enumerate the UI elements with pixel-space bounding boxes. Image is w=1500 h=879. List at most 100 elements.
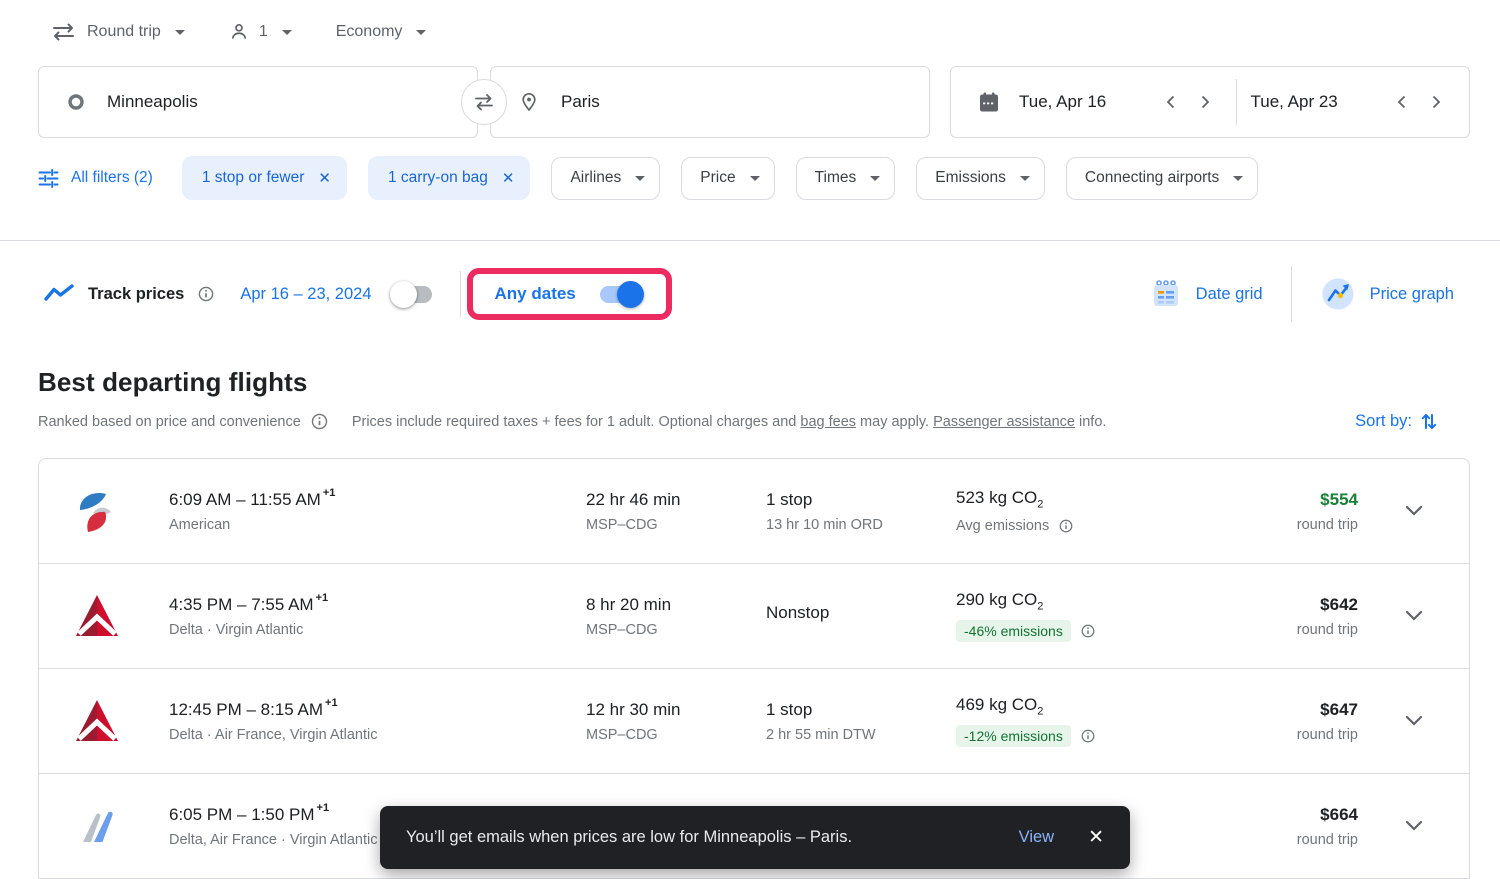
airlines-filter-dropdown[interactable]: Airlines	[551, 157, 660, 200]
sort-by-button[interactable]: Sort by:	[1355, 411, 1470, 432]
chevron-down-icon	[1403, 714, 1425, 728]
departure-date-prev-button[interactable]	[1154, 85, 1188, 119]
expand-flight-button[interactable]	[1358, 819, 1469, 833]
flight-result-row[interactable]: 6:09 AM – 11:55 AM+1 American 22 hr 46 m…	[39, 459, 1469, 564]
expand-flight-button[interactable]	[1358, 714, 1469, 728]
flight-carriers: Delta · Virgin Atlantic	[169, 622, 586, 638]
bag-fees-link[interactable]: bag fees	[800, 414, 856, 430]
return-date-field[interactable]: Tue, Apr 23	[1251, 92, 1386, 112]
departure-date-field[interactable]: Tue, Apr 16	[1019, 92, 1154, 112]
flight-route: MSP–CDG	[586, 622, 766, 638]
date-grid-button[interactable]: Date grid	[1150, 278, 1263, 310]
expand-flight-button[interactable]	[1358, 504, 1469, 518]
price-graph-button[interactable]: Price graph	[1320, 276, 1454, 312]
origin-value: Minneapolis	[107, 92, 198, 112]
flight-stops: 1 stop	[766, 700, 956, 720]
destination-input[interactable]: Paris	[490, 66, 930, 138]
ranked-note: Ranked based on price and convenience	[38, 414, 301, 430]
filter-chip-label: 1 carry-on bag	[388, 169, 488, 187]
track-prices-bar: Track prices Apr 16 – 23, 2024 Any dates	[38, 261, 1470, 327]
results-subnote: Ranked based on price and convenience Pr…	[38, 411, 1470, 432]
remove-filter-icon[interactable]: ✕	[318, 169, 331, 187]
chevron-down-icon	[416, 30, 426, 35]
chevron-down-icon	[635, 176, 645, 181]
divider	[460, 271, 461, 317]
divider	[1291, 266, 1292, 322]
swap-locations-button[interactable]	[461, 79, 507, 125]
info-icon[interactable]	[1059, 519, 1073, 533]
track-prices-label: Track prices	[88, 285, 184, 304]
any-dates-label: Any dates	[495, 284, 576, 304]
flight-times: 12:45 PM – 8:15 AM+1	[169, 700, 586, 720]
filter-chip-stops[interactable]: 1 stop or fewer ✕	[182, 156, 347, 200]
trip-type-select[interactable]: Round trip	[50, 22, 185, 42]
flight-route: MSP–CDG	[586, 727, 766, 743]
passenger-assistance-link[interactable]: Passenger assistance	[933, 414, 1075, 430]
plus-one-day: +1	[325, 697, 338, 709]
flight-co2: 290 kg CO2	[956, 590, 1206, 612]
all-filters-button[interactable]: All filters (2)	[38, 169, 153, 188]
flight-route: MSP–CDG	[586, 517, 766, 533]
info-icon[interactable]	[1081, 729, 1095, 743]
passengers-select[interactable]: 1	[229, 22, 292, 42]
date-grid-icon	[1150, 278, 1182, 310]
date-range-picker: Tue, Apr 16 Tue, Apr 23	[950, 66, 1470, 138]
flight-price: $642	[1320, 595, 1358, 615]
flight-result-row[interactable]: 12:45 PM – 8:15 AM+1 Delta · Air France,…	[39, 669, 1469, 774]
dropdown-label: Price	[700, 169, 735, 187]
location-pin-icon	[519, 90, 539, 114]
chevron-down-icon	[1403, 819, 1425, 833]
any-dates-toggle[interactable]	[600, 286, 640, 303]
info-icon[interactable]	[198, 286, 214, 302]
multi-airline-logo	[73, 802, 121, 850]
toast-view-button[interactable]: View	[1019, 828, 1054, 847]
info-icon[interactable]	[311, 413, 328, 430]
emissions-badge: -46% emissions	[956, 620, 1071, 642]
return-date-next-button[interactable]	[1419, 85, 1453, 119]
flight-price: $554	[1320, 490, 1358, 510]
price-graph-icon	[1320, 276, 1356, 312]
chevron-down-icon	[1403, 609, 1425, 623]
flight-carriers: American	[169, 517, 586, 533]
fees-note: info.	[1079, 414, 1106, 430]
search-inputs-row: Minneapolis Paris	[38, 66, 1470, 138]
track-prices-toggle[interactable]	[392, 286, 432, 303]
delta-airlines-logo	[73, 697, 121, 745]
track-date-range-label: Apr 16 – 23, 2024	[240, 285, 371, 304]
flight-price: $664	[1320, 805, 1358, 825]
toast-message: You’ll get emails when prices are low fo…	[406, 828, 1019, 847]
origin-input[interactable]: Minneapolis	[38, 66, 478, 138]
times-filter-dropdown[interactable]: Times	[796, 157, 896, 200]
person-icon	[229, 22, 249, 42]
sort-arrows-icon	[1420, 411, 1438, 432]
info-icon[interactable]	[1081, 624, 1095, 638]
divider	[0, 240, 1500, 241]
cabin-class-select[interactable]: Economy	[336, 23, 427, 41]
chevron-down-icon	[870, 176, 880, 181]
price-graph-label: Price graph	[1370, 285, 1454, 304]
chevron-down-icon	[1233, 176, 1243, 181]
dropdown-label: Times	[815, 169, 857, 187]
close-icon[interactable]: ✕	[1088, 826, 1104, 849]
chevron-down-icon	[1020, 176, 1030, 181]
round-trip-arrows-icon	[50, 22, 77, 42]
remove-filter-icon[interactable]: ✕	[502, 169, 515, 187]
flight-result-row[interactable]: 4:35 PM – 7:55 AM+1 Delta · Virgin Atlan…	[39, 564, 1469, 669]
flight-stops: 1 stop	[766, 490, 956, 510]
expand-flight-button[interactable]	[1358, 609, 1469, 623]
emissions-filter-dropdown[interactable]: Emissions	[916, 157, 1045, 200]
plus-one-day: +1	[316, 592, 329, 604]
chevron-down-icon	[282, 30, 292, 35]
filter-chip-bags[interactable]: 1 carry-on bag ✕	[368, 156, 531, 200]
trip-options-bar: Round trip 1 Economy	[38, 0, 1470, 50]
price-filter-dropdown[interactable]: Price	[681, 157, 774, 200]
flight-carriers: Delta · Air France, Virgin Atlantic	[169, 727, 586, 743]
all-filters-label: All filters (2)	[71, 169, 153, 187]
dropdown-label: Airlines	[570, 169, 621, 187]
passenger-count-value: 1	[259, 23, 268, 41]
plus-one-day: +1	[323, 487, 336, 499]
flight-trip-type: round trip	[1297, 832, 1358, 848]
return-date-prev-button[interactable]	[1385, 85, 1419, 119]
departure-date-next-button[interactable]	[1188, 85, 1222, 119]
connecting-airports-filter-dropdown[interactable]: Connecting airports	[1066, 157, 1258, 200]
